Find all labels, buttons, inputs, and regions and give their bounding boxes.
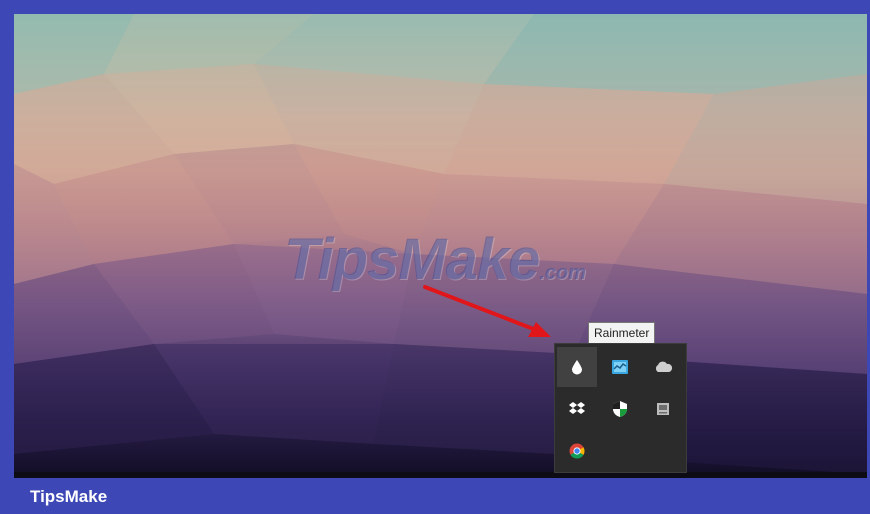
onedrive-icon[interactable] — [643, 347, 683, 387]
footer-brand-label: TipsMake — [30, 487, 108, 506]
rainmeter-icon[interactable] — [557, 347, 597, 387]
network-monitor-icon[interactable] — [600, 347, 640, 387]
windows-defender-icon[interactable] — [600, 389, 640, 429]
tooltip: Rainmeter — [588, 322, 656, 344]
storage-drive-icon[interactable] — [643, 389, 683, 429]
chrome-icon[interactable] — [557, 431, 597, 471]
pointer-arrow — [423, 285, 551, 337]
tray-overflow-panel — [554, 343, 687, 473]
dropbox-icon[interactable] — [557, 389, 597, 429]
